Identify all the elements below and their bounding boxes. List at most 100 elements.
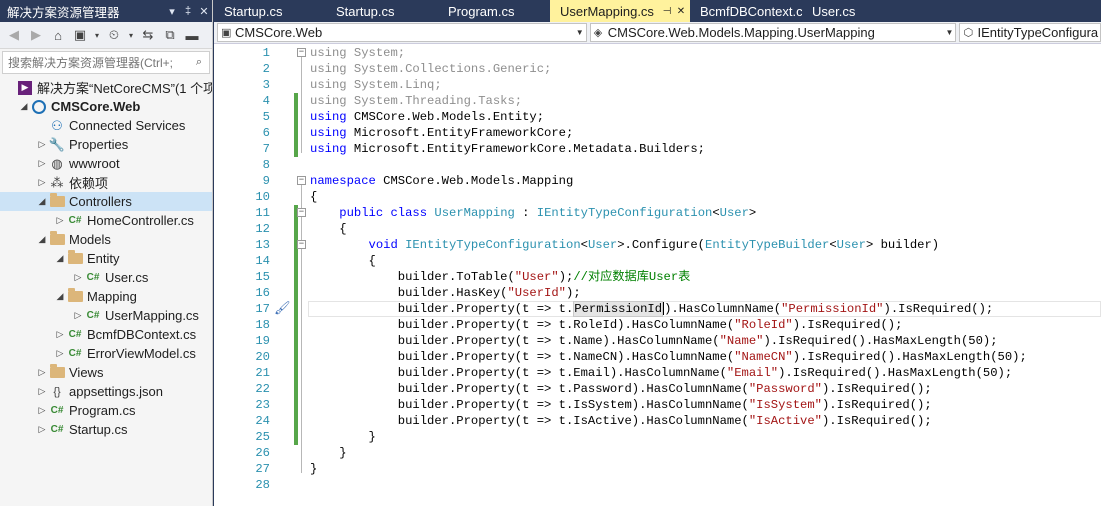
tree-item[interactable]: ▷ Views: [0, 363, 212, 382]
code-line[interactable]: 2 using System.Collections.Generic;: [214, 61, 1101, 77]
code-line[interactable]: 5 using CMSCore.Web.Models.Entity;: [214, 109, 1101, 125]
code-line[interactable]: 22 builder.Property(t => t.Password).Has…: [214, 381, 1101, 397]
tree-item[interactable]: ◢ Entity: [0, 249, 212, 268]
expanded-arrow-icon[interactable]: ◢: [54, 253, 66, 264]
tree-item[interactable]: ▷ 🔧 Properties: [0, 135, 212, 154]
collapsed-arrow-icon[interactable]: ▷: [36, 405, 48, 416]
collapsed-arrow-icon[interactable]: ▷: [54, 215, 66, 226]
forward-icon[interactable]: ▶: [26, 25, 46, 45]
tab-startup-cs[interactable]: Startup.cs: [214, 0, 326, 22]
pending-changes-dropdown-icon[interactable]: ▾: [126, 25, 136, 45]
tree-item[interactable]: ▷ C# HomeController.cs: [0, 211, 212, 230]
code-line[interactable]: 21 builder.Property(t => t.Email).HasCol…: [214, 365, 1101, 381]
collapsed-arrow-icon[interactable]: ▷: [72, 310, 84, 321]
solution-explorer-search[interactable]: ⌕: [2, 51, 210, 74]
home-icon[interactable]: ⌂: [48, 25, 68, 45]
code-line[interactable]: 4 using System.Threading.Tasks;: [214, 93, 1101, 109]
code-line[interactable]: 3 using System.Linq;: [214, 77, 1101, 93]
code-line[interactable]: 1 − using System;: [214, 45, 1101, 61]
tree-item[interactable]: ▷ ◍ wwwroot: [0, 154, 212, 173]
tree-item[interactable]: ▷ C# Startup.cs: [0, 420, 212, 439]
close-icon[interactable]: ✕: [196, 5, 212, 18]
tree-item[interactable]: ▷ ⁂ 依赖项: [0, 173, 212, 192]
switch-views-dropdown-icon[interactable]: ▾: [92, 25, 102, 45]
code-line[interactable]: 11 − public class UserMapping : IEntityTy…: [214, 205, 1101, 221]
code-line[interactable]: 7 using Microsoft.EntityFrameworkCore.Met…: [214, 141, 1101, 157]
collapsed-arrow-icon[interactable]: ▷: [36, 386, 48, 397]
code-line[interactable]: 13− void IEntityTypeConfiguration<User>.…: [214, 237, 1101, 253]
tab-bcmfdbcontext-cs[interactable]: BcmfDBContext.cs: [690, 0, 802, 22]
tree-item[interactable]: ⚇ Connected Services: [0, 116, 212, 135]
collapse-icon[interactable]: −: [297, 240, 306, 249]
chevron-down-icon[interactable]: ▼: [943, 28, 955, 37]
project-dropdown[interactable]: ▣ CMSCore.Web ▼: [217, 23, 587, 42]
folder-icon: [48, 364, 66, 381]
collapsed-arrow-icon[interactable]: ▷: [36, 158, 48, 169]
code-line[interactable]: 9 − namespace CMSCore.Web.Models.Mapping: [214, 173, 1101, 189]
tree-item[interactable]: ◢ Models: [0, 230, 212, 249]
member-dropdown[interactable]: ⬡ IEntityTypeConfigura: [959, 23, 1101, 42]
tree-item[interactable]: ◢ CMSCore.Web: [0, 97, 212, 116]
expanded-arrow-icon[interactable]: ◢: [36, 234, 48, 245]
tab-usermapping-cs[interactable]: UserMapping.cs ⊣ ✕: [550, 0, 690, 22]
collapsed-arrow-icon[interactable]: ▷: [36, 177, 48, 188]
pending-changes-icon[interactable]: ⏲: [104, 25, 124, 45]
collapsed-arrow-icon[interactable]: ▷: [54, 348, 66, 359]
tab-user-cs[interactable]: User.cs: [802, 0, 914, 22]
panel-dropdown-icon[interactable]: ▾: [164, 5, 180, 18]
collapse-icon[interactable]: −: [297, 208, 306, 217]
back-icon[interactable]: ◀: [4, 25, 24, 45]
tree-item[interactable]: ◢ Controllers: [0, 192, 212, 211]
search-input[interactable]: [8, 55, 189, 70]
search-icon[interactable]: ⌕: [189, 56, 209, 69]
tree-item[interactable]: ▷ {} appsettings.json: [0, 382, 212, 401]
quick-action-brush-icon[interactable]: 🖌: [274, 301, 291, 316]
code-line[interactable]: 25 }: [214, 429, 1101, 445]
collapse-icon[interactable]: −: [297, 176, 306, 185]
code-line[interactable]: 27}: [214, 461, 1101, 477]
code-line[interactable]: 28: [214, 477, 1101, 493]
tree-item[interactable]: ▶ 解决方案“NetCoreCMS”(1 个项: [0, 78, 212, 97]
code-line[interactable]: 12 {: [214, 221, 1101, 237]
tree-item[interactable]: ▷ C# UserMapping.cs: [0, 306, 212, 325]
tree-item[interactable]: ▷ C# BcmfDBContext.cs: [0, 325, 212, 344]
chevron-down-icon[interactable]: ▼: [574, 28, 586, 37]
collapse-icon[interactable]: −: [297, 48, 306, 57]
tree-item[interactable]: ▷ C# User.cs: [0, 268, 212, 287]
tab-pin-icon[interactable]: ⊣: [660, 6, 674, 17]
code-line[interactable]: 24 builder.Property(t => t.IsActive).Has…: [214, 413, 1101, 429]
tree-item[interactable]: ▷ C# ErrorViewModel.cs: [0, 344, 212, 363]
collapsed-arrow-icon[interactable]: ▷: [36, 424, 48, 435]
tab-program-cs[interactable]: Program.cs: [438, 0, 550, 22]
code-line[interactable]: 16 builder.HasKey("UserId");: [214, 285, 1101, 301]
more-icon[interactable]: ▬: [182, 25, 202, 45]
tree-item[interactable]: ▷ C# Program.cs: [0, 401, 212, 420]
code-area[interactable]: 1− using System; 2 using System.Collections…: [214, 44, 1101, 506]
code-line[interactable]: 🖌 17 builder.Property(t => t.PermissionId…: [214, 301, 1101, 317]
code-line[interactable]: 23 builder.Property(t => t.IsSystem).Has…: [214, 397, 1101, 413]
expanded-arrow-icon[interactable]: ◢: [54, 291, 66, 302]
code-line[interactable]: 6 using Microsoft.EntityFrameworkCore;: [214, 125, 1101, 141]
pin-icon[interactable]: ‡: [180, 5, 196, 17]
collapsed-arrow-icon[interactable]: ▷: [72, 272, 84, 283]
sync-icon[interactable]: ⇆: [138, 25, 158, 45]
tab-close-icon[interactable]: ✕: [674, 6, 688, 17]
code-line[interactable]: 8: [214, 157, 1101, 173]
collapsed-arrow-icon[interactable]: ▷: [54, 329, 66, 340]
code-line[interactable]: 10 {: [214, 189, 1101, 205]
collapsed-arrow-icon[interactable]: ▷: [36, 139, 48, 150]
code-line[interactable]: 26 }: [214, 445, 1101, 461]
class-dropdown[interactable]: ◈ CMSCore.Web.Models.Mapping.UserMapping…: [589, 23, 957, 42]
collapse-all-icon[interactable]: ⧉: [160, 25, 180, 45]
tree-item[interactable]: ◢ Mapping: [0, 287, 212, 306]
code-line[interactable]: 15 builder.ToTable("User");//对应数据库User表: [214, 269, 1101, 285]
switch-views-icon[interactable]: ▣: [70, 25, 90, 45]
expanded-arrow-icon[interactable]: ◢: [18, 101, 30, 112]
collapsed-arrow-icon[interactable]: ▷: [36, 367, 48, 378]
code-line[interactable]: 19 builder.Property(t => t.Name).HasColu…: [214, 333, 1101, 349]
code-line[interactable]: 18 builder.Property(t => t.RoleId).HasCo…: [214, 317, 1101, 333]
code-line[interactable]: 20 builder.Property(t => t.NameCN).HasCo…: [214, 349, 1101, 365]
expanded-arrow-icon[interactable]: ◢: [36, 196, 48, 207]
code-line[interactable]: 14 {: [214, 253, 1101, 269]
tab-startup-cs[interactable]: Startup.cs: [326, 0, 438, 22]
